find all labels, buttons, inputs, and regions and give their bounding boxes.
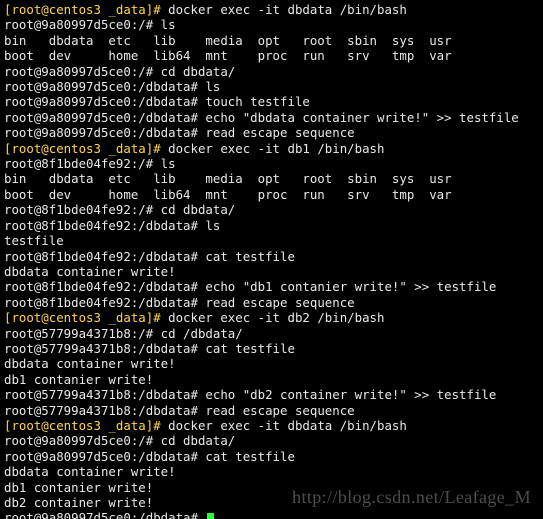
output-text: dbdata container write! [4, 356, 176, 371]
command: cd dbdata/ [161, 64, 236, 79]
terminal-line: root@8f1bde04fe92:/dbdata# ls [4, 218, 539, 233]
prompt: root@9a80997d5ce0:/dbdata# [4, 79, 205, 94]
terminal-line: bin dbdata etc lib media opt root sbin s… [4, 33, 539, 48]
prompt: root@57799a4371b8:/dbdata# [4, 387, 205, 402]
output-text: db2 container write! [4, 495, 153, 510]
output-text: testfile [4, 233, 64, 248]
prompt: root@9a80997d5ce0:/dbdata# [4, 510, 205, 519]
command: cd /dbdata/ [161, 326, 243, 341]
terminal-line: dbdata container write! [4, 464, 539, 479]
terminal-line: [root@centos3 _data]# docker exec -it db… [4, 310, 539, 325]
terminal-line: testfile [4, 233, 539, 248]
command: echo "dbdata container write!" >> testfi… [205, 110, 518, 125]
output-text: boot dev home lib64 mnt proc run srv tmp… [4, 187, 452, 202]
command: echo "db1 contanier write!" >> testfile [205, 279, 496, 294]
prompt: [root@centos3 _data]# [4, 2, 168, 17]
terminal-line: root@57799a4371b8:/dbdata# cat testfile [4, 341, 539, 356]
command: read escape sequence [205, 295, 354, 310]
terminal-line: root@9a80997d5ce0:/dbdata# cat testfile [4, 449, 539, 464]
command: cd dbdata/ [161, 202, 236, 217]
command: docker exec -it dbdata /bin/bash [168, 418, 407, 433]
command: ls [161, 156, 176, 171]
terminal-line: root@57799a4371b8:/# cd /dbdata/ [4, 326, 539, 341]
output-text: bin dbdata etc lib media opt root sbin s… [4, 171, 452, 186]
command: cd dbdata/ [161, 433, 236, 448]
terminal-line: root@8f1bde04fe92:/# ls [4, 156, 539, 171]
terminal-line: root@9a80997d5ce0:/dbdata# touch testfil… [4, 94, 539, 109]
terminal-line: root@9a80997d5ce0:/dbdata# read escape s… [4, 125, 539, 140]
prompt: root@8f1bde04fe92:/dbdata# [4, 295, 205, 310]
prompt: root@57799a4371b8:/# [4, 326, 161, 341]
prompt: root@8f1bde04fe92:/# [4, 156, 161, 171]
command: cat testfile [205, 341, 295, 356]
prompt: root@9a80997d5ce0:/# [4, 64, 161, 79]
prompt: [root@centos3 _data]# [4, 418, 168, 433]
terminal-line: root@8f1bde04fe92:/dbdata# cat testfile [4, 249, 539, 264]
terminal-line: db1 contanier write! [4, 372, 539, 387]
terminal-line: root@8f1bde04fe92:/# cd dbdata/ [4, 202, 539, 217]
terminal-line: [root@centos3 _data]# docker exec -it db… [4, 418, 539, 433]
watermark-text: http://blog.csdn.net/Leafage_M [292, 490, 531, 505]
terminal-line: root@9a80997d5ce0:/dbdata# ls [4, 79, 539, 94]
terminal-line: root@9a80997d5ce0:/# cd dbdata/ [4, 64, 539, 79]
prompt: root@9a80997d5ce0:/dbdata# [4, 449, 205, 464]
command: cat testfile [205, 249, 295, 264]
terminal-line: boot dev home lib64 mnt proc run srv tmp… [4, 187, 539, 202]
prompt: root@8f1bde04fe92:/dbdata# [4, 249, 205, 264]
command: echo "db2 container write!" >> testfile [205, 387, 496, 402]
terminal-line: root@8f1bde04fe92:/dbdata# echo "db1 con… [4, 279, 539, 294]
cursor-icon [207, 513, 214, 519]
terminal-line: root@57799a4371b8:/dbdata# read escape s… [4, 403, 539, 418]
command: read escape sequence [205, 403, 354, 418]
terminal-output[interactable]: [root@centos3 _data]# docker exec -it db… [0, 0, 543, 519]
prompt: root@9a80997d5ce0:/dbdata# [4, 125, 205, 140]
prompt: root@9a80997d5ce0:/# [4, 433, 161, 448]
prompt: root@9a80997d5ce0:/dbdata# [4, 110, 205, 125]
command: docker exec -it dbdata /bin/bash [168, 2, 407, 17]
command: ls [161, 17, 176, 32]
terminal-line: dbdata container write! [4, 356, 539, 371]
output-text: db1 contanier write! [4, 372, 153, 387]
prompt: [root@centos3 _data]# [4, 141, 168, 156]
command: touch testfile [205, 94, 309, 109]
prompt: root@9a80997d5ce0:/# [4, 17, 161, 32]
output-text: db1 contanier write! [4, 480, 153, 495]
terminal-line: root@9a80997d5ce0:/# cd dbdata/ [4, 433, 539, 448]
prompt: root@57799a4371b8:/dbdata# [4, 403, 205, 418]
command: docker exec -it db1 /bin/bash [168, 141, 384, 156]
terminal-line: boot dev home lib64 mnt proc run srv tmp… [4, 48, 539, 63]
prompt: root@8f1bde04fe92:/# [4, 202, 161, 217]
terminal-line: bin dbdata etc lib media opt root sbin s… [4, 171, 539, 186]
terminal-line: dbdata container write! [4, 264, 539, 279]
prompt: root@9a80997d5ce0:/dbdata# [4, 94, 205, 109]
command: read escape sequence [205, 125, 354, 140]
output-text: bin dbdata etc lib media opt root sbin s… [4, 33, 452, 48]
output-text: boot dev home lib64 mnt proc run srv tmp… [4, 48, 452, 63]
terminal-line: [root@centos3 _data]# docker exec -it db… [4, 2, 539, 17]
terminal-line: root@9a80997d5ce0:/dbdata# echo "dbdata … [4, 110, 539, 125]
prompt: root@57799a4371b8:/dbdata# [4, 341, 205, 356]
terminal-line: root@9a80997d5ce0:/# ls [4, 17, 539, 32]
terminal-line: root@8f1bde04fe92:/dbdata# read escape s… [4, 295, 539, 310]
terminal-line: root@57799a4371b8:/dbdata# echo "db2 con… [4, 387, 539, 402]
command: ls [205, 79, 220, 94]
command: ls [205, 218, 220, 233]
prompt: root@8f1bde04fe92:/dbdata# [4, 218, 205, 233]
output-text: dbdata container write! [4, 464, 176, 479]
terminal-line: [root@centos3 _data]# docker exec -it db… [4, 141, 539, 156]
output-text: dbdata container write! [4, 264, 176, 279]
command: cat testfile [205, 449, 295, 464]
command: docker exec -it db2 /bin/bash [168, 310, 384, 325]
terminal-line: root@9a80997d5ce0:/dbdata# [4, 510, 539, 519]
prompt: root@8f1bde04fe92:/dbdata# [4, 279, 205, 294]
prompt: [root@centos3 _data]# [4, 310, 168, 325]
